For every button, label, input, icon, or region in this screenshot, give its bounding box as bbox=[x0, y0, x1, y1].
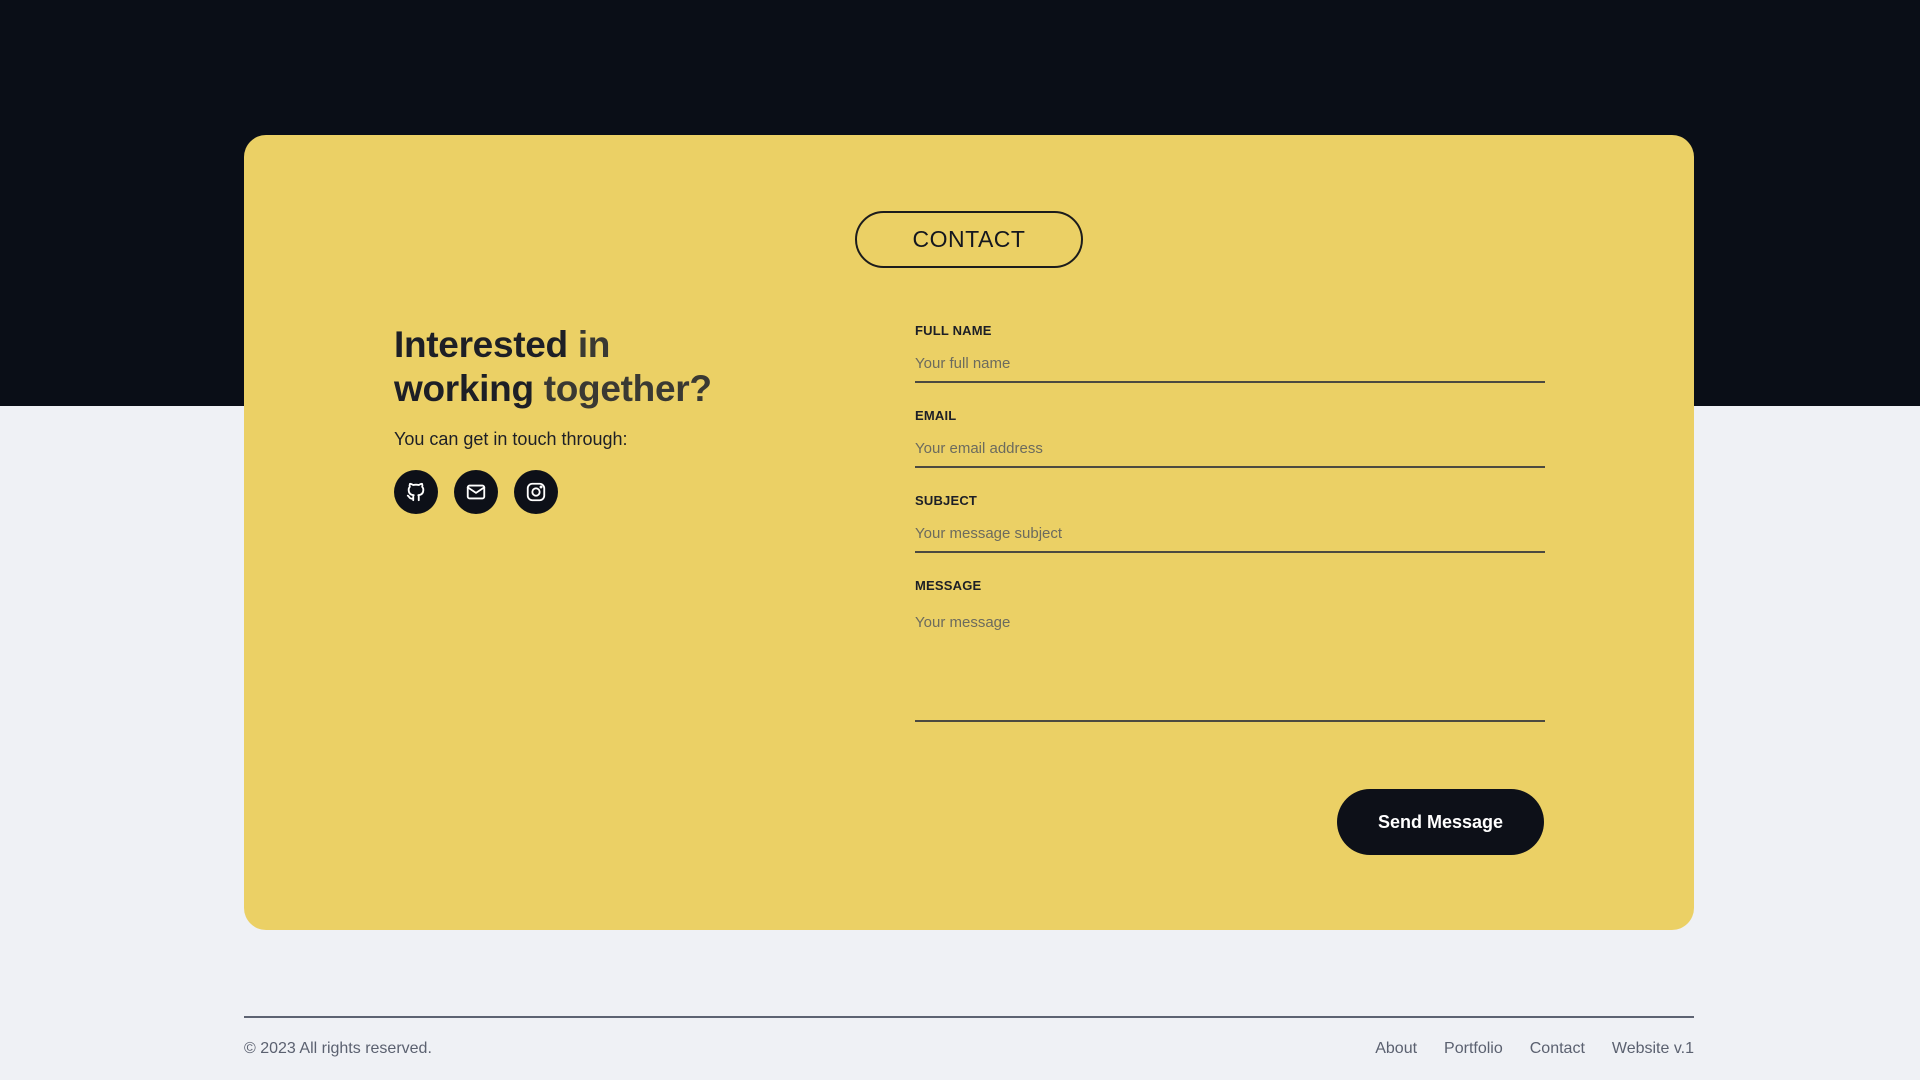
headline-part: in bbox=[567, 324, 611, 365]
full-name-label: FULL NAME bbox=[915, 323, 992, 338]
github-icon bbox=[406, 482, 425, 502]
email-label: EMAIL bbox=[915, 408, 957, 423]
subject-label: SUBJECT bbox=[915, 493, 978, 508]
footer-nav: About Portfolio Contact Website v.1 bbox=[1375, 1040, 1694, 1058]
social-links bbox=[394, 470, 814, 514]
mail-icon bbox=[466, 484, 486, 500]
subject-input[interactable] bbox=[915, 509, 1545, 553]
footer-link-about[interactable]: About bbox=[1375, 1040, 1417, 1058]
contact-headline: Interested in working together? bbox=[394, 323, 814, 411]
contact-intro: Interested in working together? You can … bbox=[394, 323, 814, 514]
footer-link-portfolio[interactable]: Portfolio bbox=[1444, 1040, 1503, 1058]
github-link[interactable] bbox=[394, 470, 438, 514]
message-textarea[interactable] bbox=[915, 594, 1545, 722]
subject-field: SUBJECT bbox=[915, 493, 1545, 553]
contact-subtext: You can get in touch through: bbox=[394, 429, 628, 449]
headline-part: Interested bbox=[394, 324, 568, 365]
footer-copyright: © 2023 All rights reserved. bbox=[244, 1040, 432, 1057]
full-name-input[interactable] bbox=[915, 339, 1545, 383]
footer-link-website-version[interactable]: Website v.1 bbox=[1612, 1040, 1694, 1058]
email-input[interactable] bbox=[915, 424, 1545, 468]
headline-part: together? bbox=[543, 368, 712, 409]
contact-card: CONTACT Interested in working together? … bbox=[244, 135, 1694, 930]
message-field: MESSAGE bbox=[915, 578, 1545, 722]
email-link[interactable] bbox=[454, 470, 498, 514]
full-name-field: FULL NAME bbox=[915, 323, 1545, 383]
footer-link-contact[interactable]: Contact bbox=[1530, 1040, 1585, 1058]
headline-part: working bbox=[394, 368, 544, 409]
message-label: MESSAGE bbox=[915, 578, 982, 593]
instagram-link[interactable] bbox=[514, 470, 558, 514]
instagram-icon bbox=[526, 482, 546, 502]
contact-form: FULL NAME EMAIL SUBJECT MESSAGE bbox=[915, 323, 1545, 722]
email-field: EMAIL bbox=[915, 408, 1545, 468]
contact-badge: CONTACT bbox=[855, 211, 1083, 268]
send-message-button[interactable]: Send Message bbox=[1337, 789, 1544, 855]
footer-divider bbox=[244, 1016, 1694, 1018]
